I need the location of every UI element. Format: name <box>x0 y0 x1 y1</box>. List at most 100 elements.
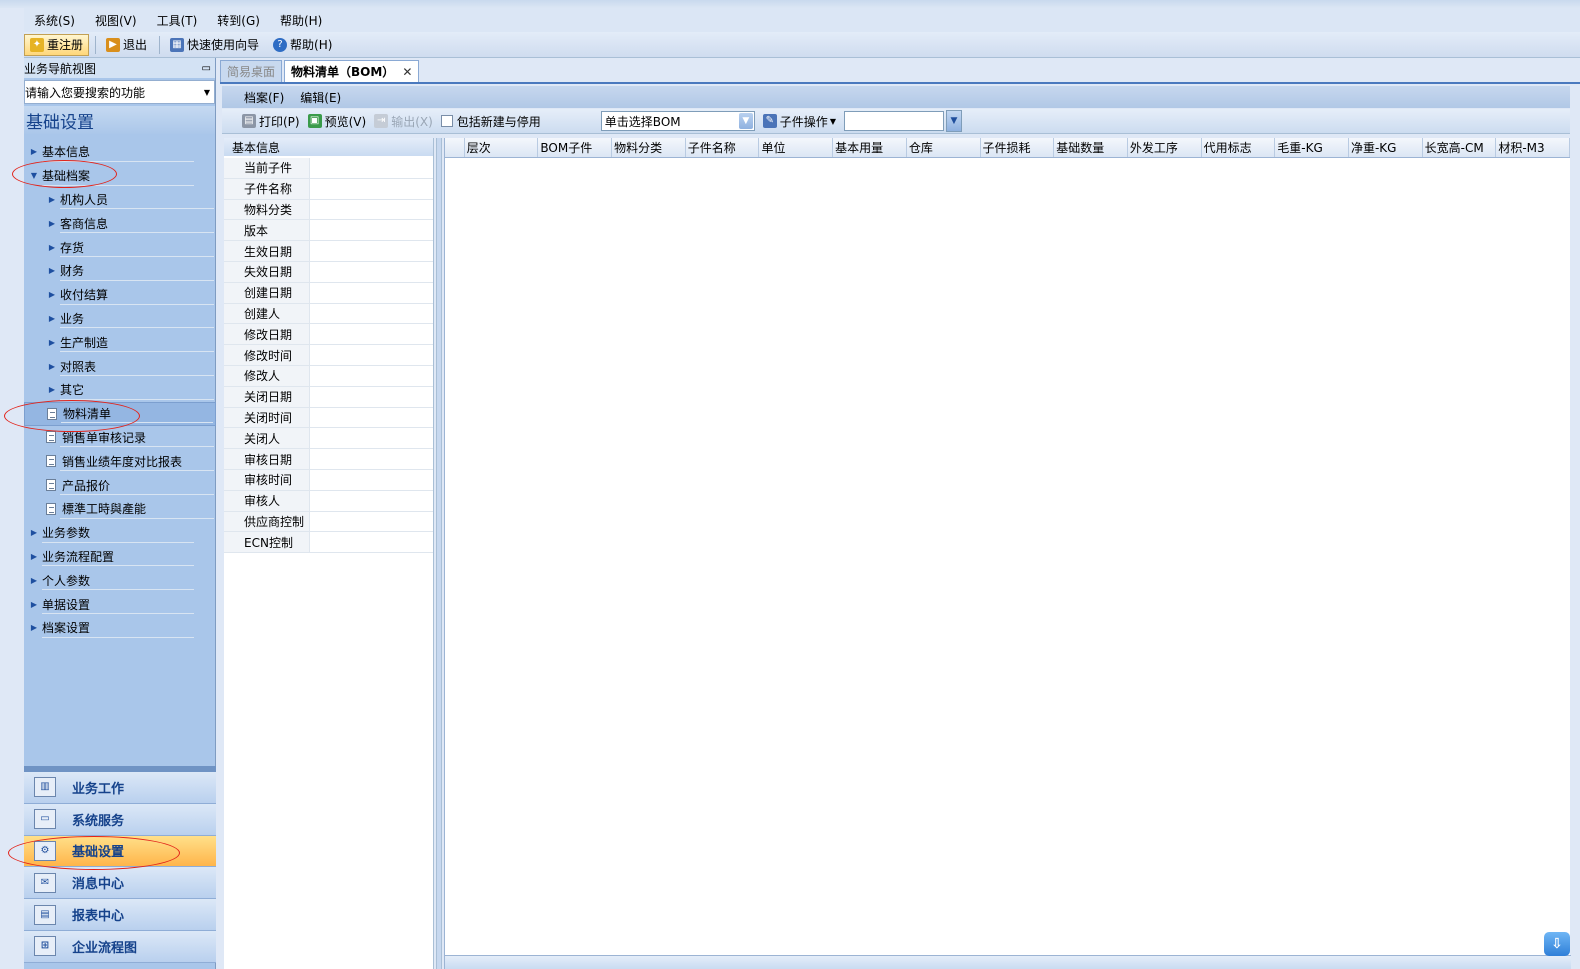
column-header[interactable]: BOM子件 <box>538 138 613 157</box>
pin-icon[interactable]: ▭ <box>202 63 211 74</box>
nav-tree-item[interactable]: 標準工時與產能 <box>24 497 216 521</box>
function-search-input[interactable]: 请输入您要搜索的功能 ▼ <box>24 80 215 104</box>
nav-group-button[interactable]: ▤ 报表中心 <box>24 899 216 931</box>
nav-tree-item[interactable]: ▶ 基本信息 <box>24 140 216 164</box>
caret-right-icon[interactable]: ▶ <box>44 338 60 347</box>
info-field-value[interactable] <box>310 387 433 407</box>
column-header[interactable]: 基础数量 <box>1054 138 1128 157</box>
nav-tree-item[interactable]: ▶ 单据设置 <box>24 592 216 616</box>
caret-right-icon[interactable]: ▶ <box>26 147 42 156</box>
caret-right-icon[interactable]: ▶ <box>26 576 42 585</box>
info-field-value[interactable] <box>310 532 433 552</box>
close-icon[interactable]: ✕ <box>402 65 412 79</box>
info-field-value[interactable] <box>310 366 433 386</box>
caret-right-icon[interactable]: ▶ <box>26 600 42 609</box>
nav-tree-item[interactable]: ▶ 业务流程配置 <box>24 545 216 569</box>
help-button[interactable]: ? 帮助(H) <box>267 34 338 56</box>
nav-tree-item[interactable]: ▶ 档案设置 <box>24 616 216 640</box>
nav-tree-item[interactable]: ▼ 基础档案 <box>24 164 216 188</box>
column-header[interactable]: 物料分类 <box>612 138 686 157</box>
caret-down-icon[interactable]: ▼ <box>26 171 42 180</box>
column-header[interactable]: 基本用量 <box>833 138 907 157</box>
info-field-value[interactable] <box>310 470 433 490</box>
panel-splitter[interactable] <box>436 138 442 969</box>
re-register-button[interactable]: ✦ 重注册 <box>24 33 90 56</box>
preview-button[interactable]: ▣ 预览(V) <box>307 113 366 130</box>
nav-tree-item[interactable]: 销售单审核记录 <box>24 426 216 450</box>
info-field-value[interactable] <box>310 512 433 532</box>
info-field-value[interactable] <box>310 449 433 469</box>
nav-tree-item[interactable]: ▶ 收付结算 <box>24 283 216 307</box>
menu-view[interactable]: 视图(V) <box>85 12 147 29</box>
nav-group-button[interactable]: ⊞ 企业流程图 <box>24 930 216 963</box>
exit-button[interactable]: ▶ 退出 <box>100 34 153 56</box>
checkbox-icon[interactable] <box>440 115 453 127</box>
column-header[interactable]: 仓库 <box>907 138 981 157</box>
toolbar-overflow-button[interactable]: ▼ <box>945 110 962 132</box>
column-header[interactable]: 净重-KG <box>1349 138 1423 157</box>
nav-group-button[interactable]: ⚙ 基础设置 <box>24 835 216 868</box>
menu-tools[interactable]: 工具(T) <box>147 12 208 29</box>
column-header[interactable]: 代用标志 <box>1202 138 1276 157</box>
print-button[interactable]: ▤ 打印(P) <box>242 113 300 130</box>
info-field-value[interactable] <box>310 428 433 448</box>
menu-system[interactable]: 系统(S) <box>24 12 85 29</box>
nav-tree-item[interactable]: ▶ 客商信息 <box>24 211 216 235</box>
info-field-value[interactable] <box>310 179 433 199</box>
info-field-value[interactable] <box>310 345 433 365</box>
info-field-value[interactable] <box>310 324 433 344</box>
chevron-down-icon[interactable]: ▼ <box>738 113 753 129</box>
caret-right-icon[interactable]: ▶ <box>44 314 60 323</box>
info-field-value[interactable] <box>310 262 433 282</box>
column-header[interactable]: 外发工序 <box>1128 138 1202 157</box>
caret-right-icon[interactable]: ▶ <box>44 362 60 371</box>
menu-file[interactable]: 档案(F) <box>244 89 284 106</box>
nav-group-button[interactable]: ✉ 消息中心 <box>24 867 216 900</box>
nav-group-button[interactable]: ▭ 系统服务 <box>24 803 216 836</box>
nav-tree-item[interactable]: ▶ 机构人员 <box>24 188 216 212</box>
grid-horizontal-scrollbar[interactable] <box>445 955 1571 969</box>
tab-bom[interactable]: 物料清单（BOM） ✕ <box>284 60 420 82</box>
column-header[interactable]: 毛重-KG <box>1275 138 1349 157</box>
nav-tree-item[interactable]: 物料清单 <box>24 401 216 426</box>
caret-right-icon[interactable]: ▶ <box>26 623 42 632</box>
tab-simple-desktop[interactable]: 简易桌面 <box>220 60 283 82</box>
nav-tree-item[interactable]: ▶ 业务 <box>24 307 216 331</box>
caret-right-icon[interactable]: ▶ <box>44 219 60 228</box>
nav-tree-item[interactable]: 产品报价 <box>24 473 216 497</box>
nav-tree-item[interactable]: ▶ 对照表 <box>24 354 216 378</box>
caret-right-icon[interactable]: ▶ <box>26 528 42 537</box>
column-header[interactable]: 材积-M3 <box>1496 138 1571 157</box>
child-ops-button[interactable]: ✎ 子件操作 ▼ <box>762 113 836 130</box>
nav-tree-item[interactable]: ▶ 业务参数 <box>24 521 216 545</box>
caret-right-icon[interactable]: ▶ <box>44 290 60 299</box>
nav-tree-item[interactable]: ▶ 个人参数 <box>24 568 216 592</box>
info-field-value[interactable] <box>310 408 433 428</box>
caret-right-icon[interactable]: ▶ <box>26 552 42 561</box>
column-header[interactable]: 子件名称 <box>686 138 760 157</box>
menu-edit[interactable]: 编辑(E) <box>300 89 341 106</box>
child-ops-input[interactable] <box>843 111 944 131</box>
nav-tree-item[interactable]: ▶ 存货 <box>24 235 216 259</box>
info-field-value[interactable] <box>310 304 433 324</box>
column-header[interactable]: 单位 <box>759 138 834 157</box>
info-field-value[interactable] <box>310 220 433 240</box>
quick-wizard-button[interactable]: ▦ 快速使用向导 <box>164 34 265 56</box>
info-field-value[interactable] <box>310 200 433 220</box>
column-header[interactable]: 层次 <box>465 138 539 157</box>
caret-right-icon[interactable]: ▶ <box>44 385 60 394</box>
include-disabled-checkbox[interactable]: 包括新建与停用 <box>440 113 541 130</box>
nav-tree-item[interactable]: 销售业绩年度对比报表 <box>24 449 216 473</box>
bom-select[interactable]: 单击选择BOM ▼ <box>600 111 755 131</box>
export-button[interactable]: ⇥ 输出(X) <box>374 113 433 130</box>
menu-help[interactable]: 帮助(H) <box>270 12 332 29</box>
info-field-value[interactable] <box>310 491 433 511</box>
menu-goto[interactable]: 转到(G) <box>207 12 270 29</box>
nav-tree-item[interactable]: ▶ 生产制造 <box>24 330 216 354</box>
caret-right-icon[interactable]: ▶ <box>44 266 60 275</box>
info-field-value[interactable] <box>310 241 433 261</box>
scroll-down-icon[interactable]: ⇩ <box>1544 932 1570 956</box>
info-field-value[interactable] <box>310 158 433 178</box>
nav-group-button[interactable]: ▥ 业务工作 <box>24 772 216 804</box>
nav-tree-item[interactable]: ▶ 其它 <box>24 378 216 402</box>
